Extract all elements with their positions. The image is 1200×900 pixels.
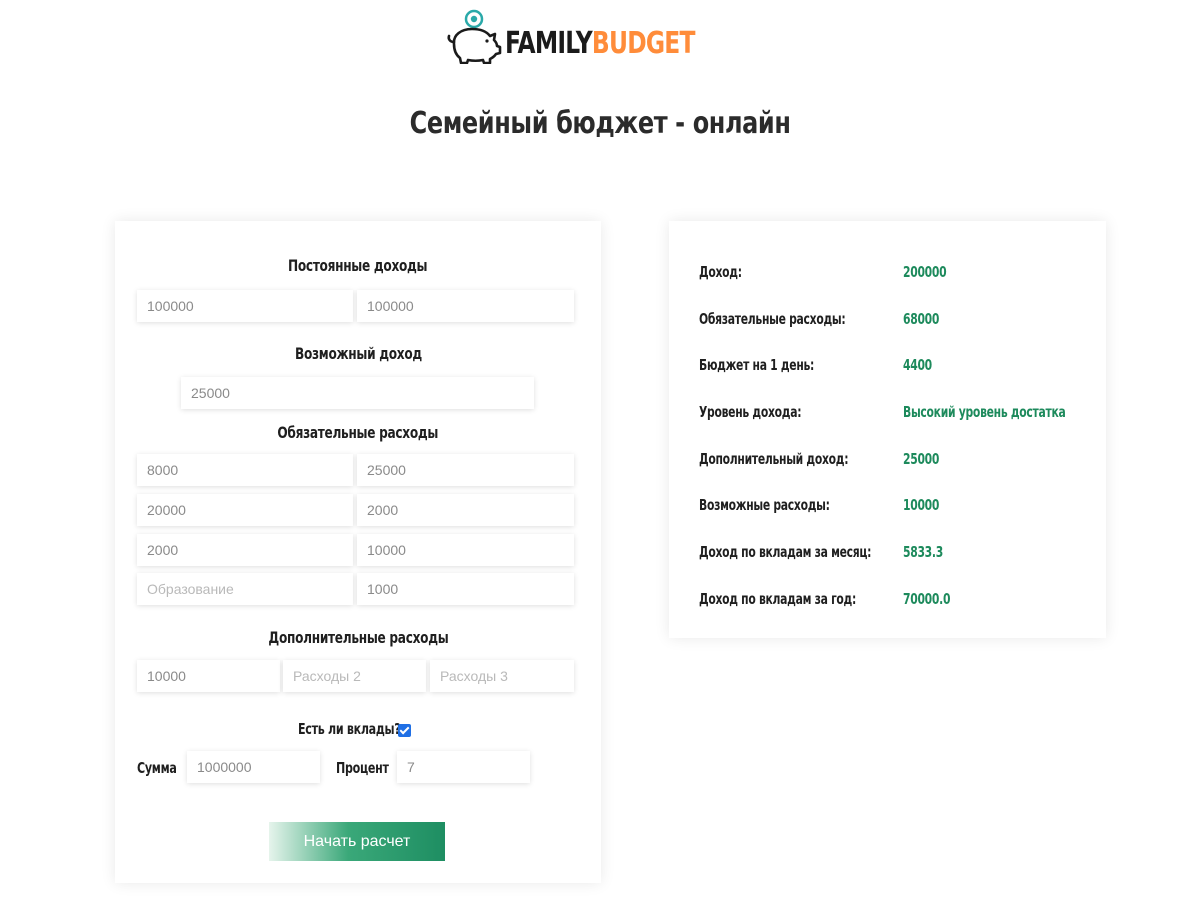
- result-row: Бюджет на 1 день: 4400: [699, 356, 1079, 376]
- result-value: 25000: [903, 450, 940, 468]
- deposits-checkbox[interactable]: [398, 724, 411, 737]
- result-row: Возможные расходы: 10000: [699, 496, 1079, 516]
- result-label: Обязательные расходы:: [699, 310, 846, 328]
- constant-income-title: Постоянные доходы: [288, 256, 428, 275]
- result-value: 70000.0: [903, 590, 951, 608]
- result-label: Доход:: [699, 263, 742, 281]
- mandatory-expense-3-input[interactable]: [137, 494, 353, 526]
- result-label: Доход по вкладам за год:: [699, 590, 857, 608]
- mandatory-expense-5-input[interactable]: [137, 534, 353, 566]
- additional-expenses-title: Дополнительные расходы: [267, 628, 448, 647]
- additional-expense-3-input[interactable]: [430, 660, 574, 692]
- result-row: Уровень дохода: Высокий уровень достатка: [699, 403, 1079, 423]
- logo-text: FAMILYBUDGET: [505, 25, 695, 61]
- mandatory-expense-6-input[interactable]: [357, 534, 574, 566]
- mandatory-expense-2-input[interactable]: [357, 454, 574, 486]
- result-label: Возможные расходы:: [699, 496, 830, 514]
- mandatory-expense-8-input[interactable]: [357, 573, 574, 605]
- result-row: Доход по вкладам за год: 70000.0: [699, 590, 1079, 610]
- result-row: Дополнительный доход: 25000: [699, 450, 1079, 470]
- result-value: Высокий уровень достатка: [903, 403, 1066, 421]
- results-card: [669, 221, 1106, 638]
- additional-expense-1-input[interactable]: [137, 660, 280, 692]
- result-value: 200000: [903, 263, 947, 281]
- deposit-percent-input[interactable]: [397, 751, 530, 783]
- constant-income-2-input[interactable]: [357, 290, 574, 322]
- result-value: 10000: [903, 496, 940, 514]
- result-value: 4400: [903, 356, 932, 374]
- start-calculation-button[interactable]: Начать расчет: [269, 822, 445, 861]
- logo[interactable]: FAMILYBUDGET: [0, 8, 1200, 64]
- additional-expense-2-input[interactable]: [283, 660, 426, 692]
- deposit-sum-label: Сумма: [137, 759, 177, 777]
- result-value: 5833.3: [903, 543, 943, 561]
- result-label: Уровень дохода:: [699, 403, 802, 421]
- piggy-bank-icon: [447, 9, 502, 64]
- mandatory-expense-1-input[interactable]: [137, 454, 353, 486]
- result-row: Доход: 200000: [699, 263, 1079, 283]
- mandatory-expense-4-input[interactable]: [357, 494, 574, 526]
- deposits-question-label: Есть ли вклады?: [298, 720, 401, 738]
- result-row: Доход по вкладам за месяц: 5833.3: [699, 543, 1079, 563]
- result-label: Дополнительный доход:: [699, 450, 849, 468]
- education-expense-input[interactable]: [137, 573, 353, 605]
- page-title: Семейный бюджет - онлайн: [409, 106, 791, 141]
- possible-income-title: Возможный доход: [294, 344, 422, 363]
- result-value: 68000: [903, 310, 940, 328]
- mandatory-expenses-title: Обязательные расходы: [277, 423, 439, 442]
- result-row: Обязательные расходы: 68000: [699, 310, 1079, 330]
- deposit-sum-input[interactable]: [187, 751, 320, 783]
- result-label: Бюджет на 1 день:: [699, 356, 815, 374]
- constant-income-1-input[interactable]: [137, 290, 353, 322]
- possible-income-input[interactable]: [181, 377, 534, 409]
